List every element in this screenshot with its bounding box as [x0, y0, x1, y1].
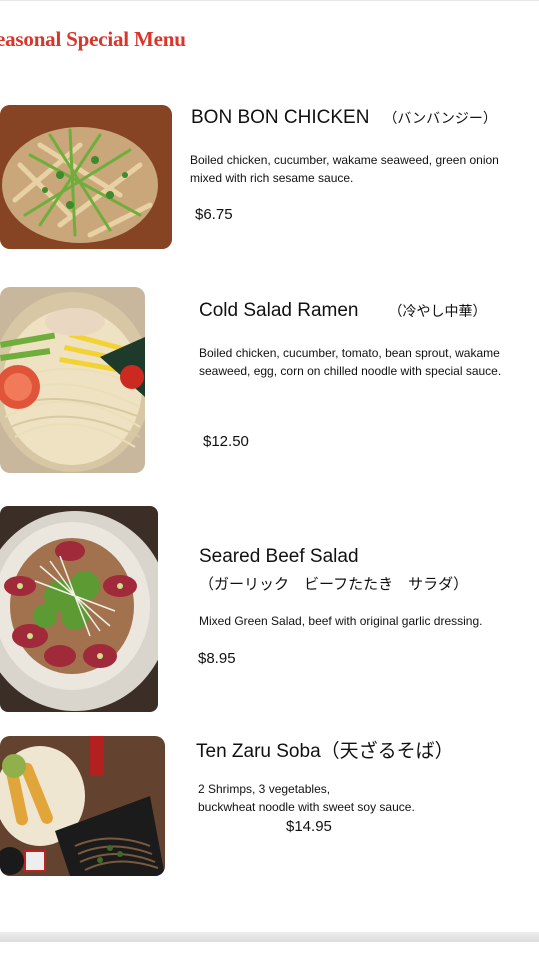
menu-page: easonal Special Menu BON BON CHICKEN （バン…	[0, 0, 539, 960]
item-name-jp: （バンバンジー）	[383, 110, 497, 126]
item-price: $6.75	[195, 206, 233, 223]
item-description-line2: buckwheat noodle with sweet soy sauce.	[198, 800, 415, 814]
ten-zaru-soba-photo	[0, 736, 165, 876]
menu-title: easonal Special Menu	[0, 27, 186, 51]
item-name-seared-beef-salad: Seared Beef Salad	[199, 546, 359, 567]
bottom-divider	[0, 932, 539, 942]
bonbon-chicken-photo	[0, 105, 172, 249]
item-name-text: Cold Salad Ramen	[199, 300, 359, 321]
item-description-line1: 2 Shrimps, 3 vegetables,	[198, 782, 331, 796]
seared-beef-salad-photo	[0, 506, 158, 712]
item-description: Mixed Green Salad, beef with original ga…	[199, 614, 483, 628]
item-price: $8.95	[198, 650, 236, 667]
item-description: Boiled chicken, cucumber, wakame seaweed…	[190, 153, 499, 185]
item-name-text: BON BON CHICKEN	[191, 107, 370, 128]
cold-salad-ramen-photo	[0, 287, 145, 473]
item-name-jp: （ガーリック ビーフたたき サラダ）	[199, 576, 469, 593]
item-name-jp: （冷やし中華）	[388, 303, 487, 319]
item-description: Boiled chicken, cucumber, tomato, bean s…	[199, 346, 502, 378]
item-price: $12.50	[203, 433, 249, 450]
item-name-bonbon-chicken: BON BON CHICKEN （バンバンジー）	[191, 107, 497, 129]
item-name-ten-zaru-soba: Ten Zaru Soba（天ざるそば）	[196, 741, 454, 762]
item-price: $14.95	[286, 818, 332, 835]
item-name-cold-salad-ramen: Cold Salad Ramen （冷やし中華）	[199, 300, 486, 322]
